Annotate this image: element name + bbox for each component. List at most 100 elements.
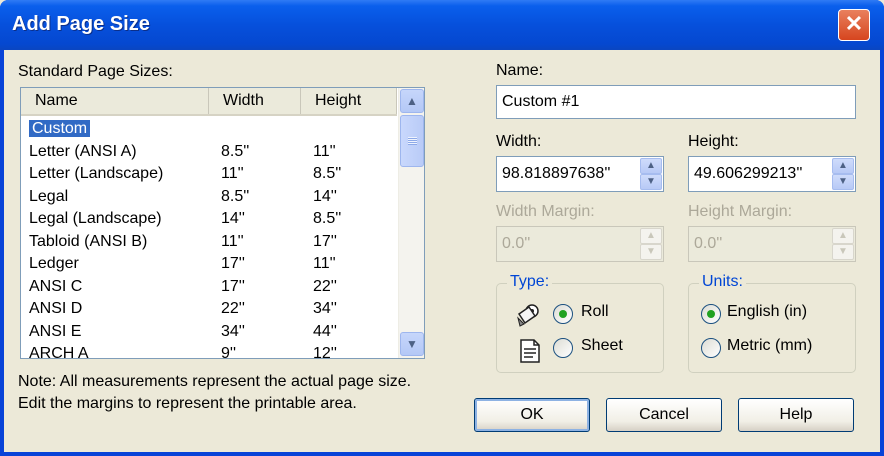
list-item-height-cell: 12'' (313, 343, 337, 359)
list-item-height: 12'' (313, 345, 337, 359)
list-item[interactable]: Legal 8.5'' 14'' (21, 186, 397, 209)
roll-radio[interactable] (553, 304, 573, 324)
list-item-width: 14'' (221, 210, 245, 227)
list-item-name-cell: ANSI E (29, 321, 81, 343)
type-group-title: Type: (507, 273, 553, 291)
list-item-height: 11'' (313, 142, 336, 160)
width-spinbox[interactable]: 98.818897638'' ▲ ▼ (496, 156, 664, 192)
roll-label[interactable]: Roll (581, 303, 609, 321)
list-item-name-cell: ANSI D (29, 298, 82, 320)
list-item-name: Tabloid (ANSI B) (29, 232, 148, 250)
list-item-name: Legal (Landscape) (29, 210, 162, 227)
cancel-button[interactable]: Cancel (606, 398, 722, 432)
sheet-radio[interactable] (553, 338, 573, 358)
list-item-name: Letter (Landscape) (29, 165, 164, 182)
spin-up-icon: ▲ (838, 160, 848, 171)
english-units-label[interactable]: English (in) (727, 303, 807, 321)
list-item-name: Ledger (29, 255, 79, 272)
metric-units-radio[interactable] (701, 338, 721, 358)
title-bar[interactable]: Add Page Size ✕ (0, 0, 884, 50)
list-item-height: 14'' (313, 187, 337, 205)
list-item-height-cell: 8.5'' (313, 163, 341, 185)
width-value: 98.818897638'' (502, 165, 611, 182)
scroll-down-button[interactable]: ▼ (400, 332, 424, 356)
width-margin-spinbox: 0.0'' ▲ ▼ (496, 226, 664, 262)
note-line-1: Note: All measurements represent the act… (18, 373, 412, 390)
spin-down-icon: ▼ (838, 246, 848, 257)
standard-sizes-label: Standard Page Sizes: (18, 63, 173, 80)
list-item-name: ANSI D (29, 300, 83, 317)
spin-up-icon: ▲ (646, 230, 656, 241)
list-item-width: 11'' (221, 165, 244, 182)
list-item-height-cell: 22'' (313, 276, 337, 298)
list-item-width: 11'' (221, 232, 244, 250)
column-header-width[interactable]: Width (209, 88, 301, 114)
list-item-width: 9'' (221, 345, 237, 359)
units-group-title: Units: (699, 273, 746, 291)
type-group: Type: Roll Sheet (496, 273, 664, 373)
list-item-name-cell: Letter (ANSI A) (29, 141, 137, 163)
height-margin-label: Height Margin: (688, 203, 793, 220)
close-button[interactable]: ✕ (838, 9, 870, 41)
width-margin-label: Width Margin: (496, 203, 595, 220)
list-item-width-cell: 22'' (221, 298, 245, 320)
list-item[interactable]: ARCH A 9'' 12'' (21, 343, 397, 359)
help-button[interactable]: Help (738, 398, 854, 432)
list-item-name-cell: Custom (29, 118, 91, 140)
list-item-width: 17'' (221, 255, 245, 272)
list-item[interactable]: ANSI C 17'' 22'' (21, 276, 397, 299)
scroll-thumb[interactable] (400, 115, 424, 167)
height-increment-button[interactable]: ▲ (832, 158, 854, 174)
list-item[interactable]: Tabloid (ANSI B) 11'' 17'' (21, 231, 397, 254)
list-item-name-cell: Legal (Landscape) (29, 208, 162, 230)
list-item-name: ANSI C (29, 277, 83, 295)
list-item[interactable]: Legal (Landscape) 14'' 8.5'' (21, 208, 397, 231)
name-input[interactable]: Custom #1 (496, 85, 856, 119)
sheet-media-icon (520, 339, 540, 363)
list-item[interactable]: Letter (Landscape) 11'' 8.5'' (21, 163, 397, 186)
list-item-name-cell: Ledger (29, 253, 79, 275)
spin-down-icon: ▼ (838, 176, 848, 187)
sheet-label[interactable]: Sheet (581, 337, 623, 355)
list-item-height-cell: 14'' (313, 186, 337, 208)
list-item-name-cell: Legal (29, 186, 68, 208)
list-item[interactable]: Ledger 17'' 11'' (21, 253, 397, 276)
spin-up-icon: ▲ (646, 160, 656, 171)
list-item[interactable]: ANSI D 22'' 34'' (21, 298, 397, 321)
list-item-width-cell: 11'' (221, 231, 244, 253)
width-margin-decrement-button: ▼ (640, 244, 662, 260)
height-decrement-button[interactable]: ▼ (832, 174, 854, 190)
height-spinbox[interactable]: 49.606299213'' ▲ ▼ (688, 156, 856, 192)
width-decrement-button[interactable]: ▼ (640, 174, 662, 190)
list-item-width-cell: 9'' (221, 343, 237, 359)
width-label: Width: (496, 133, 542, 150)
spin-up-icon: ▲ (838, 230, 848, 241)
list-item[interactable]: Custom (21, 118, 397, 141)
list-scrollbar[interactable]: ▲ ▼ (398, 88, 424, 358)
spin-down-icon: ▼ (646, 176, 656, 187)
list-item[interactable]: ANSI E 34'' 44'' (21, 321, 397, 344)
english-units-radio[interactable] (701, 304, 721, 324)
scroll-up-button[interactable]: ▲ (400, 89, 424, 113)
close-icon: ✕ (844, 11, 864, 36)
list-item[interactable]: Letter (ANSI A) 8.5'' 11'' (21, 141, 397, 164)
width-increment-button[interactable]: ▲ (640, 158, 662, 174)
ok-button[interactable]: OK (474, 398, 590, 432)
chevron-down-icon: ▼ (406, 337, 418, 351)
list-item-name-cell: Tabloid (ANSI B) (29, 231, 147, 253)
list-header: Name Width Height (21, 88, 397, 116)
chevron-up-icon: ▲ (406, 94, 418, 108)
list-item-height-cell: 8.5'' (313, 208, 341, 230)
standard-sizes-list[interactable]: Name Width Height Custom Letter (ANSI A) 8… (20, 87, 425, 359)
height-margin-value: 0.0'' (694, 235, 723, 252)
metric-units-label[interactable]: Metric (mm) (727, 337, 812, 355)
column-header-name[interactable]: Name (21, 88, 209, 114)
list-item-height: 17'' (313, 232, 337, 250)
list-item-name-cell: ARCH A (29, 343, 89, 358)
column-header-height[interactable]: Height (301, 88, 397, 114)
list-item-height: 34'' (313, 300, 337, 317)
list-item-width: 22'' (221, 300, 245, 317)
list-item-height: 8.5'' (313, 210, 342, 227)
width-margin-increment-button: ▲ (640, 228, 662, 244)
add-page-size-dialog: Add Page Size ✕ Standard Page Sizes: Nam… (0, 0, 884, 456)
